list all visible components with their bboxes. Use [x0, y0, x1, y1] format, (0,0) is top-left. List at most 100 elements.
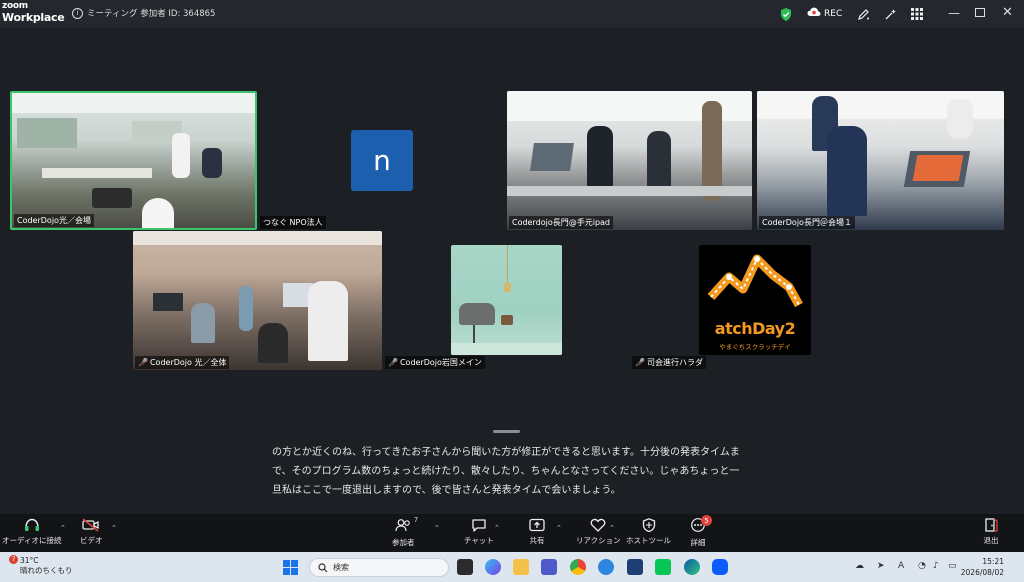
start-video-button[interactable]: ビデオ — [80, 518, 103, 546]
participant-name-text: Coderdojo長門@手元ipad — [512, 218, 610, 227]
meeting-info[interactable]: i ミーティング 参加者 ID: 364865 — [72, 7, 215, 19]
logo-subtext: やまぐちスクラッチデイ — [719, 343, 791, 351]
battery-icon[interactable]: ▭ — [948, 561, 957, 571]
video-tile-iwakuni-main[interactable] — [451, 245, 562, 355]
participants-label: 参加者 — [392, 538, 415, 547]
cloud-record-button[interactable]: REC — [807, 7, 842, 20]
copilot-icon[interactable] — [485, 559, 501, 575]
share-chevron-icon[interactable]: ⌃ — [556, 524, 562, 532]
maximize-button[interactable] — [975, 8, 985, 17]
volume-icon[interactable]: ♪ — [933, 561, 939, 571]
ai-companion-icon[interactable] — [883, 7, 897, 21]
file-explorer-icon[interactable] — [513, 559, 529, 575]
reactions-button[interactable]: リアクション — [576, 518, 621, 546]
zoom-taskbar-icon[interactable] — [712, 559, 728, 575]
participant-name: 🎤̸ 司会進行ハラダ — [632, 356, 706, 369]
close-window-button[interactable]: ✕ — [1002, 5, 1013, 20]
chat-button[interactable]: チャット — [464, 518, 494, 546]
security-shield-icon[interactable] — [779, 7, 793, 21]
windows-taskbar: 7 31°C 晴れのちくもり 検索 ☁ ➤ A ◔ ♪ ▭ 15:21 2026… — [0, 552, 1024, 582]
send-icon[interactable]: ➤ — [877, 561, 885, 571]
participant-name: CoderDojo長門＠会場１ — [759, 216, 855, 229]
notepad-icon[interactable] — [627, 559, 643, 575]
mic-muted-icon: 🎤̸ — [635, 358, 645, 367]
wifi-icon[interactable]: ◔ — [918, 561, 926, 571]
live-caption: の方とか近くのね、行ってきたお子さんから聞いた方が修正ができると思います。十分後… — [272, 447, 740, 496]
host-tools-label: ホストツール — [626, 536, 671, 545]
video-off-icon — [82, 518, 99, 532]
join-audio-label: オーディオに接続 — [2, 536, 62, 545]
share-button[interactable]: 共有 — [529, 518, 545, 546]
chat-label: チャット — [464, 536, 494, 545]
video-tile-nagato-hands-ipad[interactable]: Coderdojo長門@手元ipad — [507, 91, 752, 230]
participants-button[interactable]: 7 参加者 — [392, 516, 418, 548]
video-tile-coderdojo-hikari-overall[interactable]: 🎤̸ CoderDojo 光／全体 — [133, 231, 382, 370]
input-method-icon[interactable]: A — [898, 561, 904, 571]
mic-muted-icon: 🎤̸ — [388, 358, 398, 367]
reactions-chevron-icon[interactable]: ⌃ — [609, 524, 615, 532]
rec-label: REC — [824, 8, 843, 19]
participant-name-text: 司会進行ハラダ — [646, 358, 703, 367]
weather-alert-badge: 7 — [9, 555, 18, 564]
video-tile-coderdojo-hikari-venue[interactable]: CoderDojo光／会場 — [10, 91, 257, 230]
join-audio-button[interactable]: オーディオに接続 — [2, 518, 61, 546]
chat-chevron-icon[interactable]: ⌃ — [494, 524, 500, 532]
logo-text: atchDay2 — [714, 319, 796, 338]
zoom-logo: zoom Workplace — [2, 1, 65, 24]
taskbar-clock[interactable]: 15:21 2026/08/02 — [961, 556, 1004, 578]
avatar-letter: n — [373, 144, 391, 177]
minimize-button[interactable]: — — [948, 6, 960, 20]
headphones-icon — [24, 518, 39, 531]
taskbar-search[interactable]: 検索 — [309, 558, 449, 577]
participant-name-text: CoderDojo長門＠会場１ — [762, 218, 852, 227]
caption-drag-handle[interactable] — [493, 430, 520, 433]
search-placeholder: 検索 — [333, 563, 349, 572]
edge-icon[interactable] — [684, 559, 700, 575]
participants-icon: 7 — [394, 516, 418, 537]
brand-line2: Workplace — [2, 11, 65, 24]
brand-line1: zoom — [2, 1, 28, 11]
scratchday-logo — [707, 254, 803, 308]
host-shield-icon — [642, 518, 655, 532]
more-button[interactable]: 5 詳細 — [690, 515, 712, 548]
onedrive-icon[interactable]: ☁ — [855, 561, 864, 571]
participant-name: つなぐ NPO法人 — [260, 216, 326, 229]
view-grid-icon[interactable] — [910, 7, 924, 21]
task-view-icon[interactable] — [457, 559, 473, 575]
participant-name: CoderDojo光／会場 — [14, 214, 94, 227]
teams-icon[interactable] — [541, 559, 557, 575]
video-label: ビデオ — [80, 536, 103, 545]
clock-time: 15:21 — [982, 557, 1004, 566]
participant-name: Coderdojo長門@手元ipad — [509, 216, 613, 229]
mic-muted-icon: 🎤̸ — [138, 358, 148, 367]
reactions-label: リアクション — [576, 536, 621, 545]
browser-icon[interactable] — [598, 559, 614, 575]
zoom-meeting-window: zoom Workplace i ミーティング 参加者 ID: 364865 R… — [0, 0, 1024, 582]
heart-icon — [590, 518, 606, 532]
more-icon: 5 — [690, 515, 712, 537]
participants-chevron-icon[interactable]: ⌃ — [434, 524, 440, 532]
line-icon[interactable] — [655, 559, 671, 575]
audio-options-chevron-icon[interactable]: ⌃ — [60, 524, 66, 532]
chat-icon — [472, 519, 486, 532]
cloud-record-icon — [807, 7, 821, 20]
leave-label: 退出 — [983, 536, 999, 545]
weather-temp: 31°C — [20, 556, 39, 565]
weather-widget[interactable]: 31°C 晴れのちくもり — [20, 556, 73, 576]
video-options-chevron-icon[interactable]: ⌃ — [111, 524, 117, 532]
leave-button[interactable]: 退出 — [983, 518, 999, 546]
meeting-info-text: ミーティング 参加者 ID: 364865 — [87, 9, 216, 19]
chrome-icon[interactable] — [570, 559, 586, 575]
share-screen-icon — [529, 518, 545, 532]
host-tools-button[interactable]: ホストツール — [626, 518, 671, 546]
title-bar: zoom Workplace i ミーティング 参加者 ID: 364865 R… — [0, 0, 1024, 28]
weather-desc: 晴れのちくもり — [20, 566, 73, 575]
video-tile-host-harada[interactable]: atchDay2 やまぐちスクラッチデイ — [699, 245, 811, 355]
participants-count: 7 — [413, 516, 419, 524]
windows-start-icon[interactable] — [283, 560, 298, 575]
participant-name-text: CoderDojo光／会場 — [17, 216, 91, 225]
participant-avatar[interactable]: n — [351, 130, 413, 191]
video-tile-nagato-venue-1[interactable]: CoderDojo長門＠会場１ — [757, 91, 1004, 230]
participant-name: 🎤̸ CoderDojo岩国メイン — [385, 356, 485, 369]
annotate-icon[interactable] — [856, 7, 870, 21]
